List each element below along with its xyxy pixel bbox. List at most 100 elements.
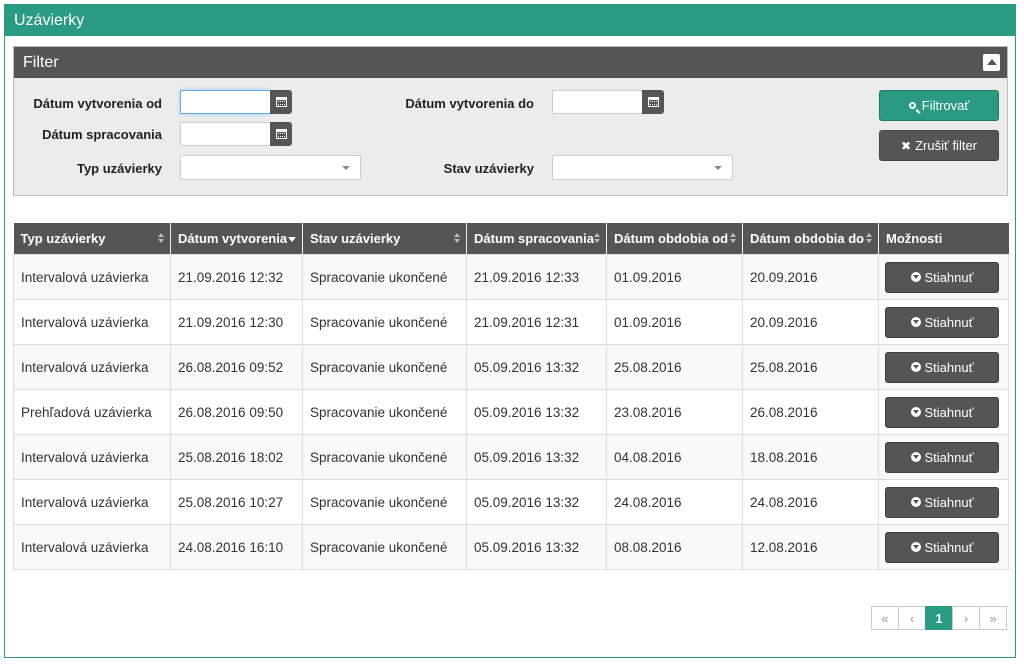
cell-options: Stiahnuť: [878, 299, 1009, 345]
date-created-from-calendar-button[interactable]: [270, 90, 292, 114]
cell-closing-state: Spracovanie ukončené: [302, 254, 467, 300]
cell-options: Stiahnuť: [878, 389, 1009, 435]
download-icon: [910, 362, 921, 372]
date-created-to-label: Dátum vytvorenia do: [405, 96, 534, 111]
cell-processing-date: 21.09.2016 12:31: [466, 299, 607, 345]
cell-closing-type: Intervalová uzávierka: [13, 434, 171, 480]
closing-state-label: Stav uzávierky: [443, 161, 534, 176]
chevron-down-icon: [714, 166, 722, 170]
download-button-label: Stiahnuť: [924, 404, 974, 420]
cell-period-from: 01.09.2016: [606, 299, 743, 345]
cell-period-to: 25.08.2016: [742, 344, 879, 390]
cell-period-from: 01.09.2016: [606, 254, 743, 300]
pagination-last[interactable]: »: [979, 606, 1007, 630]
cell-closing-state: Spracovanie ukončené: [302, 479, 467, 525]
pagination-next[interactable]: ›: [952, 606, 980, 630]
sort-icon: [866, 233, 872, 244]
cell-date-created: 25.08.2016 18:02: [170, 434, 303, 480]
download-icon: [910, 272, 921, 282]
table-row: Intervalová uzávierka 25.08.2016 10:27 Spr…: [13, 479, 1009, 525]
column-header-closing-type[interactable]: Typ uzávierky: [13, 223, 171, 255]
processing-date-input[interactable]: [180, 122, 270, 146]
calendar-icon: [275, 129, 287, 139]
pagination-first[interactable]: «: [871, 606, 899, 630]
processing-date-label: Dátum spracovania: [42, 127, 162, 142]
cell-closing-state: Spracovanie ukončené: [302, 299, 467, 345]
collapse-button[interactable]: [983, 54, 1000, 71]
sort-desc-icon: [288, 237, 296, 242]
search-icon: [908, 102, 916, 109]
page-title: Uzávierky: [5, 5, 1015, 36]
cell-closing-type: Prehľadová uzávierka: [13, 389, 171, 435]
column-header-closing-state[interactable]: Stav uzávierky: [302, 223, 467, 255]
sort-icon: [730, 233, 736, 244]
collapse-icon: [986, 59, 997, 65]
download-button[interactable]: Stiahnuť: [885, 531, 999, 563]
clear-filter-button[interactable]: ✖ Zrušiť filter: [879, 130, 999, 161]
sort-icon: [454, 233, 460, 244]
date-created-to-calendar-button[interactable]: [642, 90, 664, 114]
date-created-from-input[interactable]: [180, 90, 270, 114]
cell-closing-state: Spracovanie ukončené: [302, 389, 467, 435]
column-header-processing-date[interactable]: Dátum spracovania: [466, 223, 607, 255]
table-row: Intervalová uzávierka 25.08.2016 18:02 Spr…: [13, 434, 1009, 480]
column-header-period-from[interactable]: Dátum obdobia od: [606, 223, 743, 255]
download-icon: [910, 317, 921, 327]
download-button-label: Stiahnuť: [924, 314, 974, 330]
cell-period-from: 24.08.2016: [606, 479, 743, 525]
cell-period-from: 23.08.2016: [606, 389, 743, 435]
table-row: Intervalová uzávierka 26.08.2016 09:52 Spr…: [13, 344, 1009, 390]
cell-processing-date: 05.09.2016 13:32: [466, 389, 607, 435]
closing-type-select[interactable]: [180, 155, 361, 180]
cell-options: Stiahnuť: [878, 254, 1009, 300]
pagination-prev[interactable]: ‹: [898, 606, 926, 630]
pagination-current[interactable]: 1: [925, 606, 953, 630]
cell-processing-date: 21.09.2016 12:33: [466, 254, 607, 300]
download-button-label: Stiahnuť: [924, 449, 974, 465]
download-button-label: Stiahnuť: [924, 494, 974, 510]
cell-period-to: 18.08.2016: [742, 434, 879, 480]
cell-processing-date: 05.09.2016 13:32: [466, 479, 607, 525]
processing-date-calendar-button[interactable]: [270, 122, 292, 146]
column-header-date-created[interactable]: Dátum vytvorenia: [170, 223, 303, 255]
cell-date-created: 26.08.2016 09:50: [170, 389, 303, 435]
cell-closing-type: Intervalová uzávierka: [13, 254, 171, 300]
filter-button-label: Filtrovať: [921, 98, 970, 113]
download-button-label: Stiahnuť: [924, 539, 974, 555]
filter-header: Filter: [14, 47, 1007, 78]
processing-date-group: [180, 122, 292, 146]
sort-icon: [594, 233, 600, 244]
download-icon: [910, 497, 921, 507]
cell-options: Stiahnuť: [878, 479, 1009, 525]
sort-icon: [158, 233, 164, 244]
download-button-label: Stiahnuť: [924, 269, 974, 285]
download-button[interactable]: Stiahnuť: [885, 351, 999, 383]
date-created-from-label: Dátum vytvorenia od: [33, 96, 162, 111]
download-button[interactable]: Stiahnuť: [885, 486, 999, 518]
cell-period-to: 12.08.2016: [742, 524, 879, 570]
column-header-period-to[interactable]: Dátum obdobia do: [742, 223, 879, 255]
download-button[interactable]: Stiahnuť: [885, 306, 999, 338]
table-row: Intervalová uzávierka 21.09.2016 12:30 Spr…: [13, 299, 1009, 345]
column-header-options: Možnosti: [878, 223, 1009, 255]
download-button[interactable]: Stiahnuť: [885, 261, 999, 293]
clear-filter-button-label: Zrušiť filter: [915, 138, 977, 153]
cell-date-created: 21.09.2016 12:32: [170, 254, 303, 300]
cell-period-to: 24.08.2016: [742, 479, 879, 525]
cell-date-created: 24.08.2016 16:10: [170, 524, 303, 570]
date-created-to-input[interactable]: [552, 90, 642, 114]
closing-type-label: Typ uzávierky: [76, 161, 162, 176]
filter-button[interactable]: Filtrovať: [879, 90, 999, 121]
table-row: Intervalová uzávierka 24.08.2016 16:10 Spr…: [13, 524, 1009, 570]
closing-state-select[interactable]: [552, 155, 733, 180]
cell-period-from: 04.08.2016: [606, 434, 743, 480]
download-button[interactable]: Stiahnuť: [885, 441, 999, 473]
closings-table: Typ uzávierky Dátum vytvorenia Stav uzáv…: [13, 223, 1009, 570]
date-created-from-group: [180, 90, 292, 114]
cell-period-from: 25.08.2016: [606, 344, 743, 390]
download-button[interactable]: Stiahnuť: [885, 396, 999, 428]
cell-period-from: 08.08.2016: [606, 524, 743, 570]
table-header-row: Typ uzávierky Dátum vytvorenia Stav uzáv…: [13, 223, 1009, 255]
chevron-down-icon: [342, 166, 350, 170]
download-icon: [910, 542, 921, 552]
